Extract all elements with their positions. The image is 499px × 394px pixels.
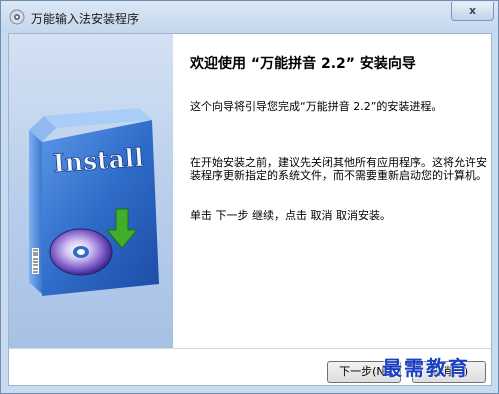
install-box-icon: Install — [29, 108, 159, 296]
installer-app-icon — [9, 9, 25, 25]
intro-text: 这个向导将引导您完成“万能拼音 2.2”的安装进程。 — [190, 100, 443, 113]
installer-window: 万能输入法安装程序 x Install 欢迎使用 “万能拼音 2.2” 安装向导… — [0, 0, 499, 394]
title-bar[interactable]: 万能输入法安装程序 x — [1, 1, 498, 33]
window-title: 万能输入法安装程序 — [31, 12, 140, 26]
welcome-heading: 欢迎使用 “万能拼音 2.2” 安装向导 — [190, 56, 416, 72]
wizard-client-area: Install 欢迎使用 “万能拼音 2.2” 安装向导 这个向导将引导您完成“… — [8, 33, 492, 386]
instruction-text: 单击 下一步 继续，点击 取消 取消安装。 — [190, 209, 391, 222]
advice-text: 在开始安装之前，建议先关闭其他所有应用程序。这将允许安装程序更新指定的系统文件，… — [190, 156, 487, 182]
close-icon: x — [468, 4, 477, 17]
wizard-side-panel: Install — [9, 34, 173, 348]
close-button[interactable]: x — [451, 2, 494, 21]
watermark-text: 最需教育 — [382, 356, 470, 380]
